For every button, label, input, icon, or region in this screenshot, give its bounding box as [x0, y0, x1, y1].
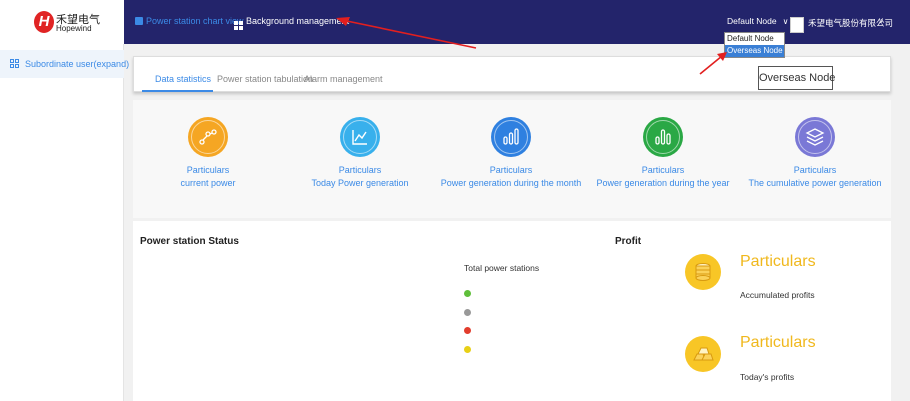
stat-cumulative-generation[interactable]: Particulars The cumulative power generat… — [735, 117, 895, 188]
bottom-panel: Power station Status Total power station… — [133, 221, 891, 401]
bar-chart-icon — [491, 117, 531, 157]
nav-chart-view-link[interactable]: Power station chart view — [135, 16, 244, 26]
sidebar-item-label: Subordinate user(expand) — [25, 59, 130, 69]
accumulated-profit-label: Accumulated profits — [740, 290, 815, 300]
chevron-down-icon: ∨ — [782, 17, 789, 26]
status-legend-dot-gray — [464, 309, 471, 316]
chart-icon — [135, 17, 143, 25]
status-legend-dot-red — [464, 327, 471, 334]
avatar[interactable] — [790, 17, 804, 33]
status-title: Power station Status — [140, 236, 239, 247]
today-profit-value: Particulars — [740, 334, 816, 351]
current-node-box[interactable]: Overseas Node — [758, 66, 835, 90]
stat-label: current power — [180, 178, 236, 188]
stats-panel: Particulars current power Particulars To… — [133, 100, 891, 218]
layers-icon — [795, 117, 835, 157]
stat-label: Power generation during the month — [440, 178, 582, 188]
nav-background-label: Background management — [246, 16, 350, 26]
stat-value: Particulars — [186, 165, 230, 175]
nav-background-management-link[interactable]: Background management — [234, 16, 349, 30]
node-option-default[interactable]: Default Node — [725, 33, 784, 45]
stat-value: Particulars — [641, 165, 685, 175]
stat-value: Particulars — [793, 165, 837, 175]
today-profit-label: Today's profits — [740, 372, 795, 382]
sidebar-item-subordinate-user[interactable]: Subordinate user(expand) — [0, 50, 129, 78]
tabs-panel: Data statistics Power station tabulation… — [133, 56, 891, 92]
status-legend-dot-yellow — [464, 346, 471, 353]
node-select-value: Default Node — [727, 16, 777, 26]
sidebar: Subordinate user(expand) — [0, 44, 129, 401]
chevron-down-icon[interactable]: ∨ — [878, 16, 884, 25]
profit-title: Profit — [615, 236, 642, 247]
logo[interactable]: H 禾望电气 Hopewind — [0, 0, 124, 44]
bar-chart-icon — [643, 117, 683, 157]
line-chart-icon — [188, 117, 228, 157]
coin-stack-icon — [685, 254, 721, 290]
nav-chart-view-label: Power station chart view — [146, 16, 244, 26]
stat-current-power[interactable]: Particulars current power — [128, 117, 288, 188]
stat-today-generation[interactable]: Particulars Today Power generation — [280, 117, 440, 188]
accumulated-profit-value: Particulars — [740, 253, 816, 270]
tab-data-statistics[interactable]: Data statistics — [155, 74, 211, 84]
node-dropdown-list: Default Node Overseas Node — [724, 32, 785, 58]
stat-label: Power generation during the year — [596, 178, 730, 188]
stat-value: Particulars — [338, 165, 382, 175]
stat-year-generation[interactable]: Particulars Power generation during the … — [583, 117, 743, 188]
stat-value: Particulars — [489, 165, 533, 175]
grid-icon — [10, 59, 19, 68]
node-option-overseas[interactable]: Overseas Node — [725, 45, 784, 57]
status-legend-dot-green — [464, 290, 471, 297]
gold-bars-icon — [685, 336, 721, 372]
tab-alarm-management[interactable]: Alarm management — [304, 74, 383, 84]
grid-icon — [234, 21, 243, 30]
node-select[interactable]: Default Node ∨ — [727, 16, 788, 26]
stat-label: Today Power generation — [311, 178, 409, 188]
stat-label: The cumulative power generation — [748, 178, 882, 188]
hopewind-logo-icon: H — [34, 11, 54, 33]
total-stations-label: Total power stations — [464, 263, 540, 273]
brand-name-en: Hopewind — [56, 24, 92, 33]
tab-power-station-tabulation[interactable]: Power station tabulation — [217, 74, 313, 84]
area-chart-icon — [340, 117, 380, 157]
stat-month-generation[interactable]: Particulars Power generation during the … — [431, 117, 591, 188]
active-tab-indicator — [142, 90, 213, 92]
